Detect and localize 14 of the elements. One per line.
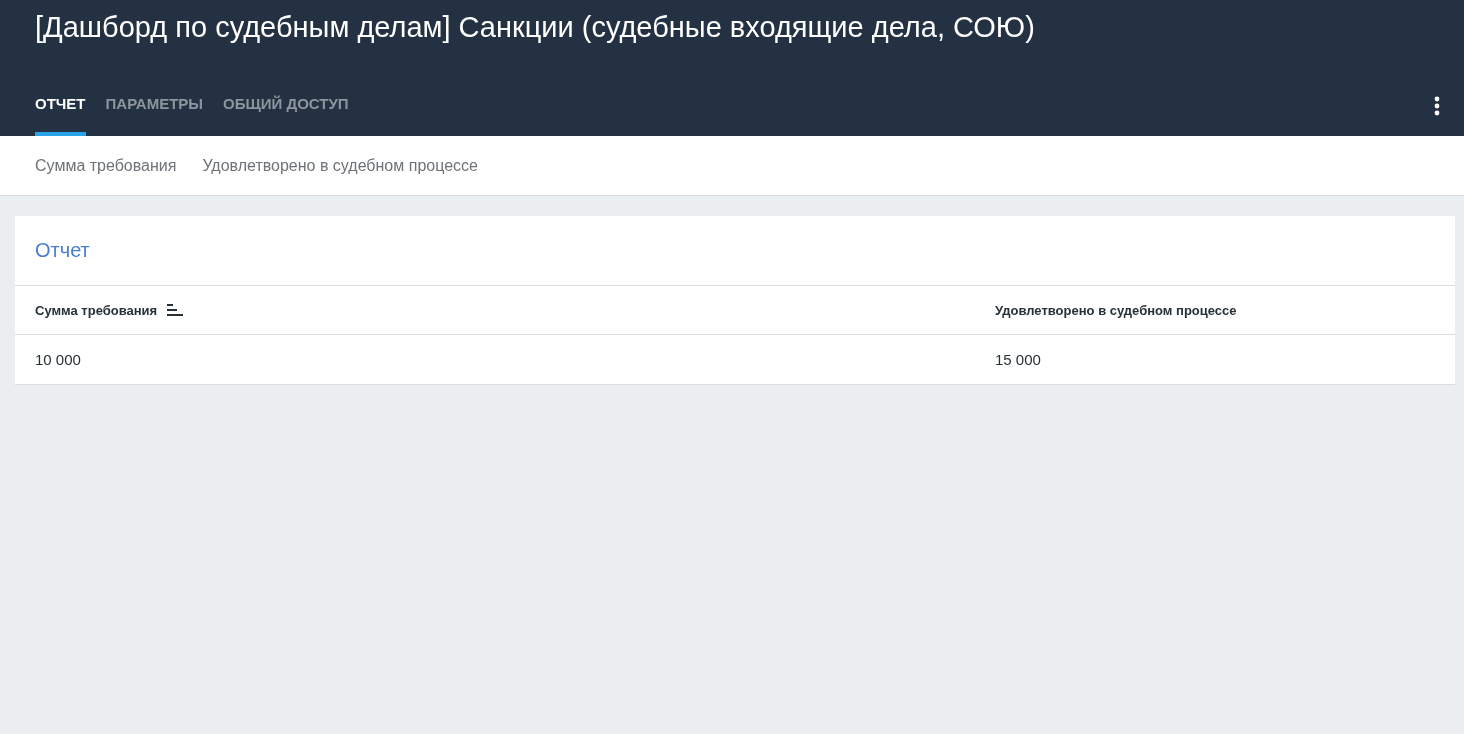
filter-chip[interactable]: Сумма требования	[35, 156, 177, 175]
sort-icon[interactable]	[167, 304, 184, 316]
more-vertical-icon	[1434, 96, 1440, 116]
table-cell-text: 15 000	[994, 350, 1042, 370]
table-cell-text: 10 000	[34, 350, 82, 370]
filter-chip[interactable]: Удовлетворено в судебном процессе	[202, 156, 478, 175]
card-title: Отчет	[15, 216, 1455, 286]
column-label: Сумма требования	[35, 302, 158, 318]
tab[interactable]: ОБЩИЙ ДОСТУП	[223, 95, 349, 136]
tab[interactable]: ПАРАМЕТРЫ	[105, 95, 204, 136]
column-header[interactable]: Сумма требования	[15, 286, 975, 335]
column-header[interactable]: Удовлетворено в судебном процессе	[975, 286, 1455, 335]
report-title: [Дашборд по судебным делам] Санкции (судебные входящие дела, СОЮ)	[35, 10, 1036, 45]
column-label: Удовлетворено в судебном процессе	[995, 302, 1237, 318]
